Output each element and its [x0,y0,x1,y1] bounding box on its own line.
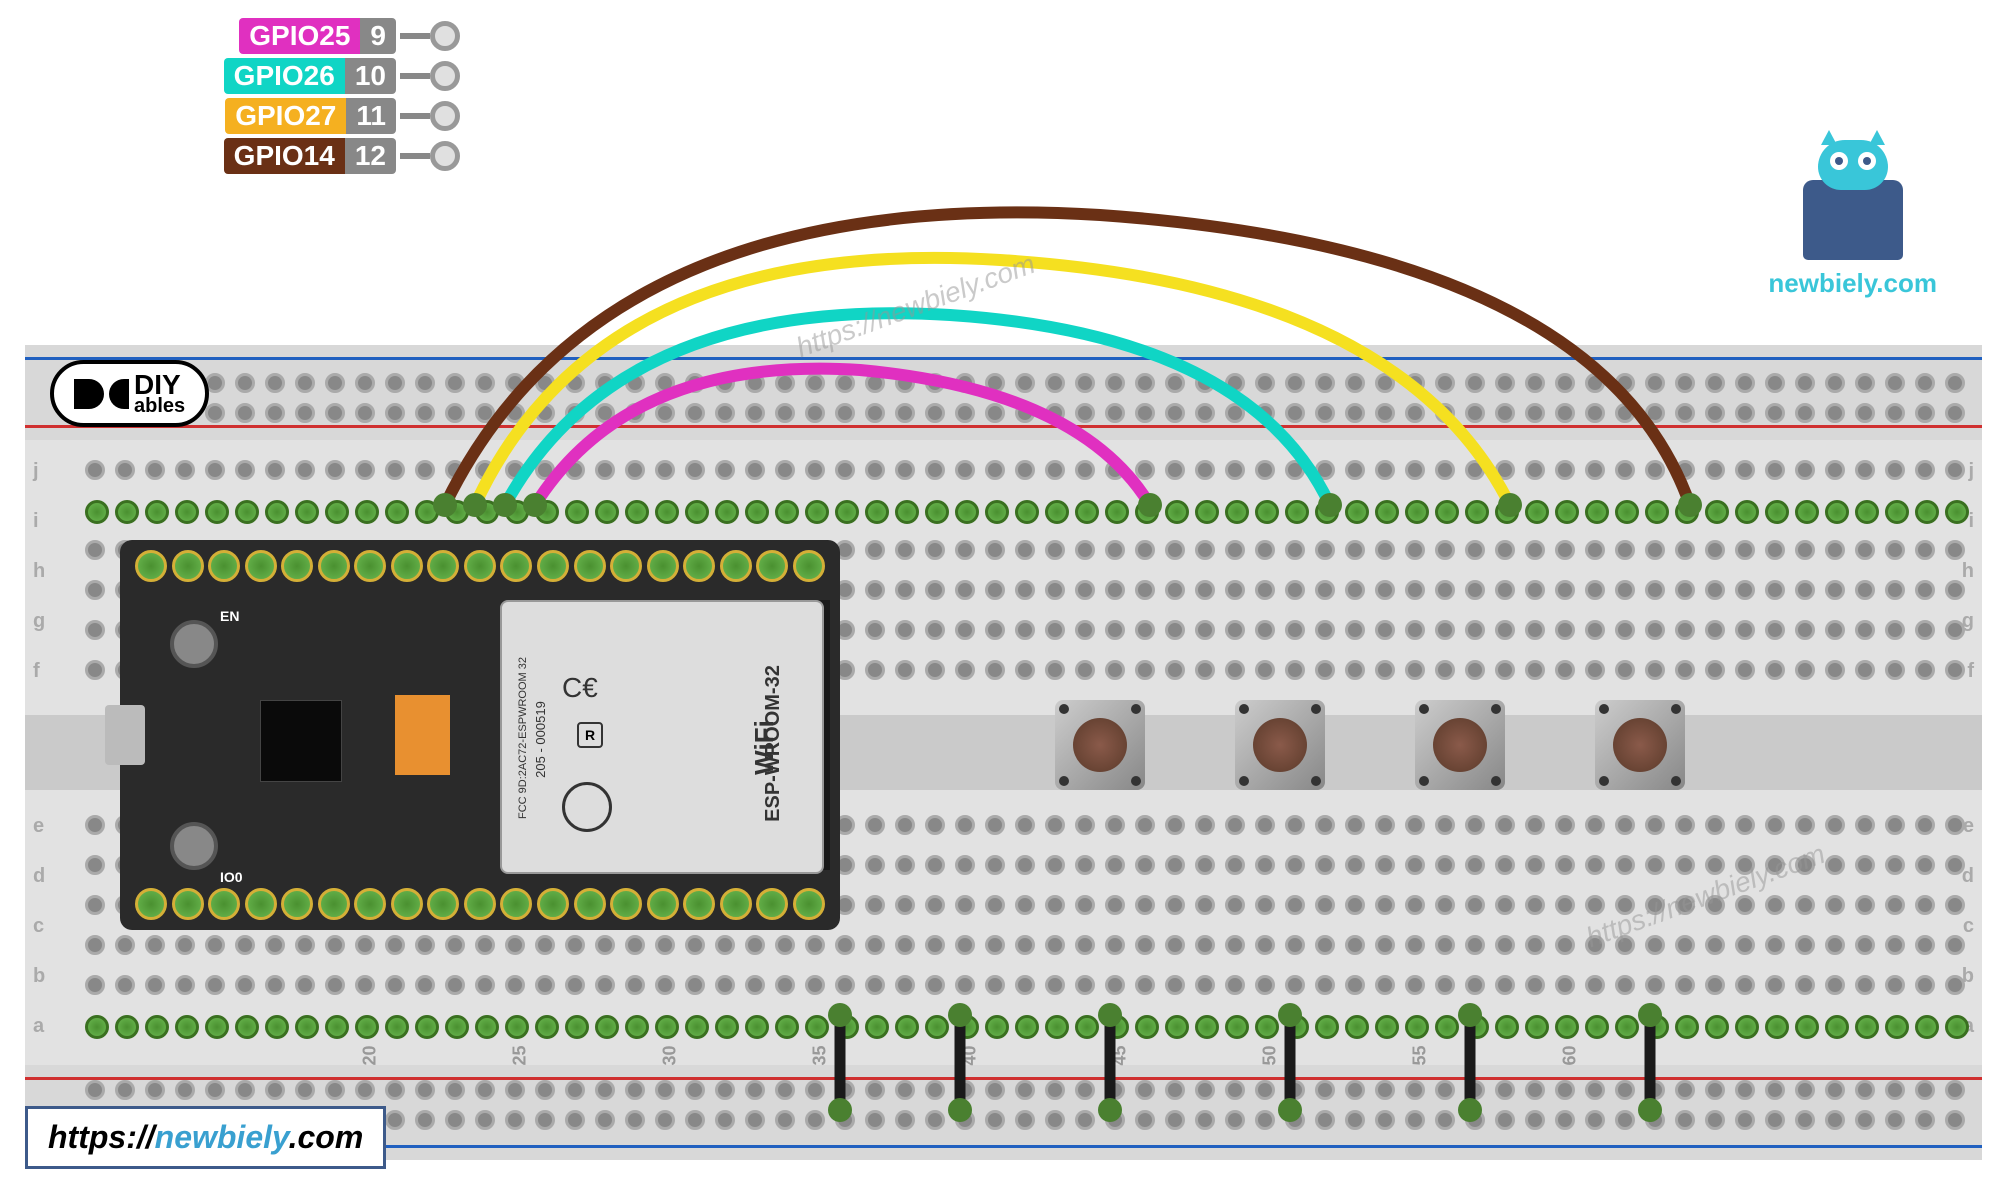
col-label: 55 [1410,1045,1431,1065]
pin-label: GPIO25 [239,18,360,54]
col-label: 40 [960,1045,981,1065]
row-label: f [1967,660,1974,683]
owl-logo: newbiely.com [1768,180,1937,299]
pin-number: 10 [345,58,396,94]
pin-label: GPIO14 [224,138,345,174]
col-label: 50 [1260,1045,1281,1065]
pin-connector-line [400,153,430,159]
esp-chip [260,700,342,782]
esp-capacitor [395,695,450,775]
io0-button [170,822,218,870]
row-label: h [1962,560,1974,583]
url-box: https://newbiely.com [25,1106,386,1169]
pin-number: 9 [360,18,396,54]
fcc-label: FCC 9D:2AC72-ESPWROOM 32 [517,657,529,819]
en-button [170,620,218,668]
pin-number: 11 [346,98,396,134]
row-label: b [33,965,45,988]
pin-connector-circle [430,21,460,51]
row-label: d [33,865,45,888]
col-label: 35 [810,1045,831,1065]
url-prefix: https:// [48,1119,155,1155]
en-label: EN [220,608,239,624]
pin-connector-circle [430,101,460,131]
pin-row-gpio27: GPIO27 11 [80,98,460,134]
io0-label: IO0 [220,869,243,885]
diyables-icon [74,379,104,409]
row-label: j [1968,460,1974,483]
pin-row-gpio26: GPIO26 10 [80,58,460,94]
pin-legend: GPIO25 9 GPIO26 10 GPIO27 11 GPIO14 12 [80,18,460,178]
col-label: 30 [660,1045,681,1065]
pin-connector-line [400,73,430,79]
diyables-text-top: DIY [134,372,185,397]
pin-connector-line [400,113,430,119]
r-mark: R [577,722,603,748]
pin-connector-circle [430,141,460,171]
diyables-logo: DIY ables [50,360,209,427]
row-label: i [33,510,39,533]
row-label: h [33,560,45,583]
col-label: 20 [360,1045,381,1065]
col-label: 60 [1560,1045,1581,1065]
usb-port [105,705,145,765]
wifi-label: WiFi [749,720,780,775]
row-label: g [33,610,45,633]
pin-row-gpio14: GPIO14 12 [80,138,460,174]
row-label: j [33,460,39,483]
pin-connector-circle [430,61,460,91]
tactile-button [1415,700,1505,790]
col-label: 25 [510,1045,531,1065]
tactile-button [1595,700,1685,790]
pin-row-gpio25: GPIO25 9 [80,18,460,54]
owl-text: newbiely.com [1768,268,1937,299]
serial-label: 205 - 000519 [533,701,548,778]
row-label: f [33,660,40,683]
pin-label: GPIO26 [224,58,345,94]
row-label: c [33,915,44,938]
pin-number: 12 [345,138,396,174]
row-label: i [1968,510,1974,533]
url-highlight: newbiely [155,1119,289,1155]
col-label: 45 [1110,1045,1131,1065]
esp32-board: EN IO0 C ESP-WROOM-32 WiFi FCC 9D:2AC72-… [120,540,840,930]
row-label: e [33,815,44,838]
row-label: c [1963,915,1974,938]
tactile-button [1055,700,1145,790]
diyables-text-bottom: ables [134,397,185,415]
tactile-button [1235,700,1325,790]
url-suffix: .com [289,1119,364,1155]
row-label: a [33,1015,44,1038]
pin-label: GPIO27 [225,98,346,134]
esp-shield: ESP-WROOM-32 WiFi FCC 9D:2AC72-ESPWROOM … [500,600,824,874]
power-rail-top [25,345,1982,440]
pin-connector-line [400,33,430,39]
